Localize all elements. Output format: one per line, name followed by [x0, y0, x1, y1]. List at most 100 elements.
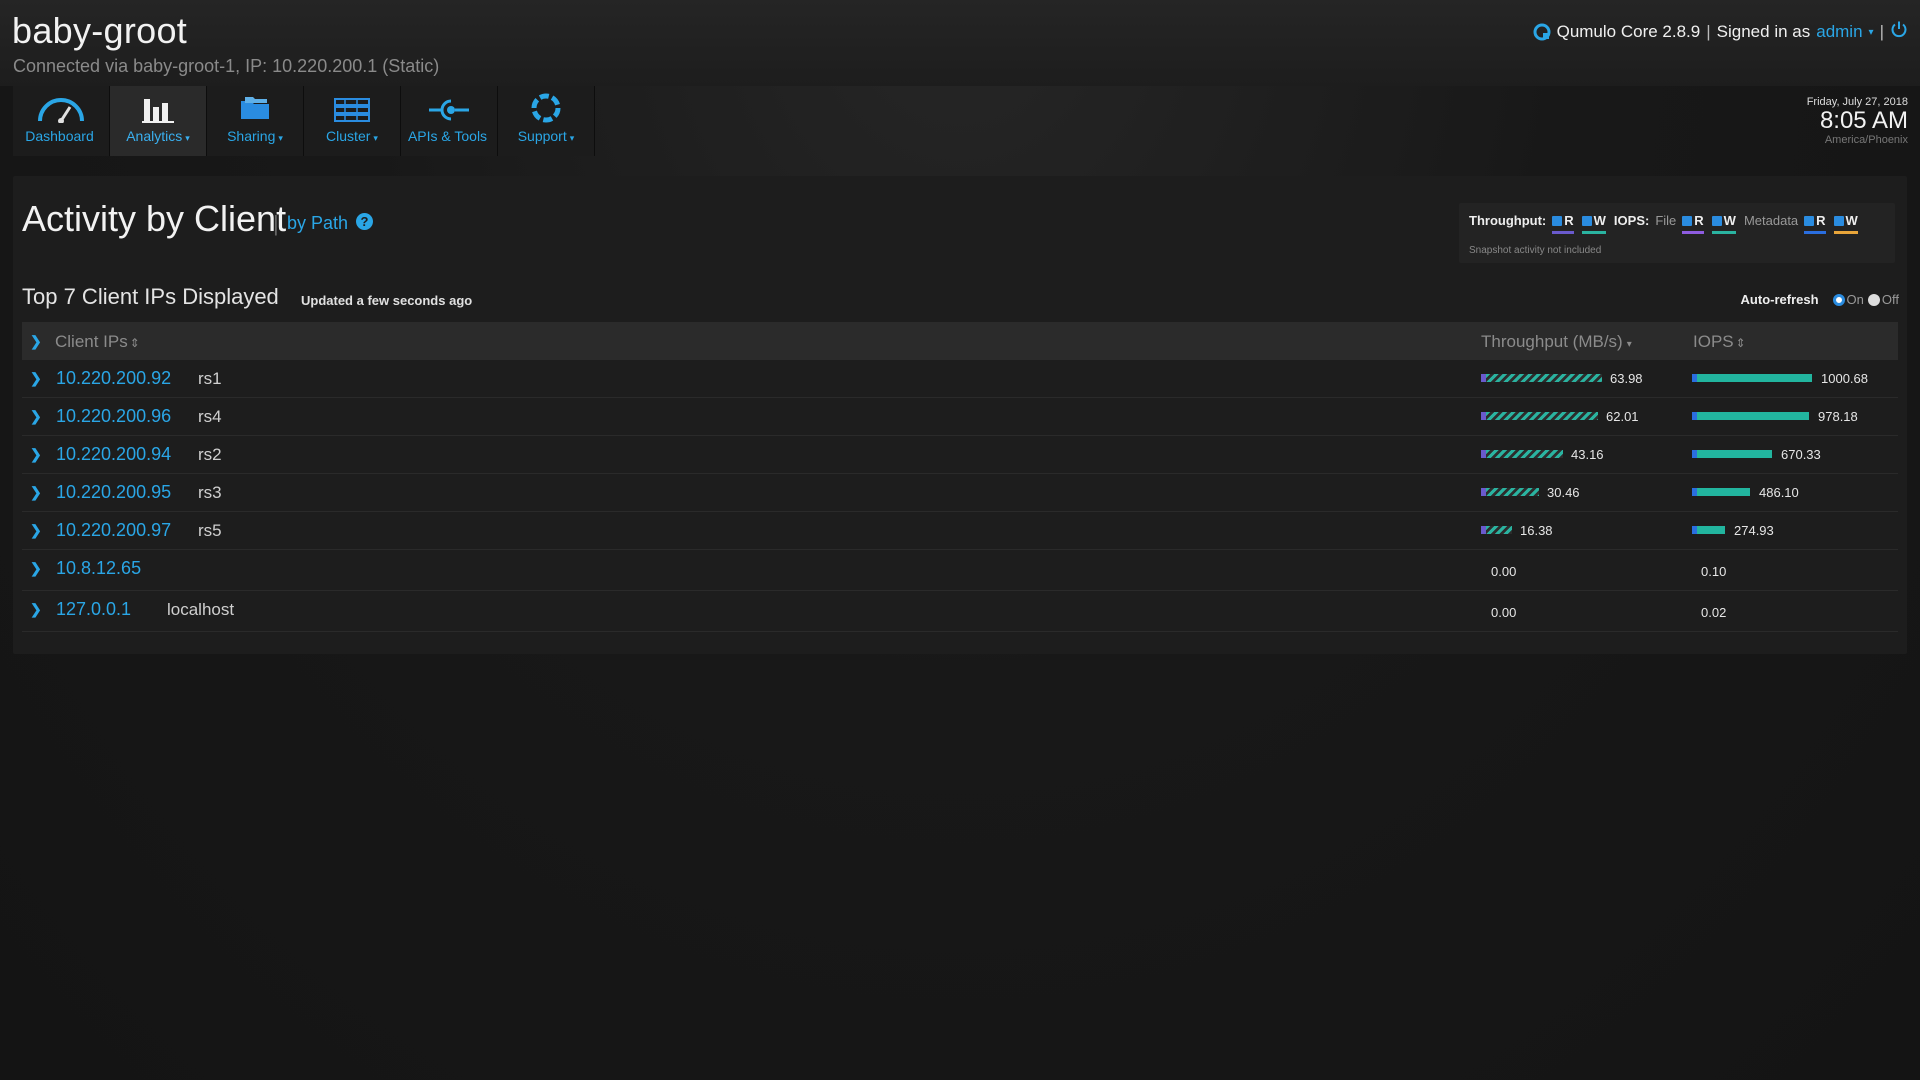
cluster-name: baby-groot	[12, 10, 188, 51]
iops-value: 1000.68	[1821, 371, 1868, 386]
expand-row-chevron-icon[interactable]: ❯	[30, 560, 42, 577]
throughput-bar	[1481, 526, 1512, 534]
radio-unselected-icon	[1867, 293, 1880, 306]
nav-dashboard[interactable]: Dashboard	[13, 86, 110, 156]
file-write-checkbox[interactable]: W	[1711, 213, 1736, 234]
iops-value: 670.33	[1781, 447, 1821, 462]
api-plug-icon	[427, 89, 471, 123]
auto-refresh-on-radio[interactable]: On	[1832, 292, 1864, 307]
table-row[interactable]: ❯ 10.220.200.94 rs2 43.16 670.33	[22, 436, 1898, 474]
checkbox-checked-icon	[1552, 215, 1563, 226]
top-clients-subtitle: Top 7 Client IPs Displayed	[22, 284, 279, 309]
current-time: 8:05 AM	[1819, 107, 1908, 134]
auto-refresh-off-radio[interactable]: Off	[1867, 292, 1899, 307]
expand-row-chevron-icon[interactable]: ❯	[30, 522, 42, 539]
client-ip-link[interactable]: 10.220.200.94	[56, 444, 171, 465]
table-row[interactable]: ❯ 10.220.200.95 rs3 30.46 486.10	[22, 474, 1898, 512]
table-row[interactable]: ❯ 10.220.200.97 rs5 16.38 274.93	[22, 512, 1898, 550]
checkbox-checked-icon	[1581, 215, 1592, 226]
expand-row-chevron-icon[interactable]: ❯	[30, 446, 42, 463]
nav-apis-tools[interactable]: APIs & Tools	[401, 86, 498, 156]
nav-label: APIs & Tools	[407, 128, 488, 144]
iops-value: 0.02	[1701, 605, 1727, 620]
nav-analytics[interactable]: Analytics ▾	[110, 86, 207, 156]
table-body: ❯ 10.220.200.92 rs1 63.98 1000.68 ❯ 10.220.200…	[22, 360, 1898, 632]
iops-bar	[1692, 450, 1772, 458]
iops-bar	[1692, 412, 1809, 420]
chevron-down-icon[interactable]: ▾	[1869, 27, 1874, 38]
metrics-legend: Throughput: R W IOPS: File R W Metadata …	[1459, 203, 1895, 263]
sort-desc-icon: ▾	[1626, 339, 1632, 350]
client-hostname: localhost	[167, 600, 235, 619]
metadata-write-checkbox[interactable]: W	[1833, 213, 1858, 234]
column-throughput[interactable]: Throughput (MB/s) ▾	[1481, 332, 1632, 352]
legend-iops-label: IOPS:	[1613, 213, 1650, 228]
snapshot-note: Snapshot activity not included	[1469, 245, 1602, 256]
signed-in-label: Signed in as	[1716, 22, 1811, 41]
nav-label: Analytics	[126, 128, 183, 144]
dashboard-gauge-icon	[36, 89, 86, 123]
column-client-ips[interactable]: Client IPs ⇕	[55, 332, 140, 352]
nav-label: Cluster	[326, 128, 371, 144]
timezone: America/Phoenix	[1824, 134, 1908, 146]
header-separator: |	[1706, 22, 1711, 41]
throughput-bar	[1481, 412, 1598, 420]
client-ip-link[interactable]: 10.220.200.92	[56, 368, 171, 389]
nav-label: Dashboard	[25, 128, 94, 144]
header-separator: |	[1879, 22, 1884, 41]
checkbox-checked-icon	[1833, 215, 1844, 226]
chevron-right-icon[interactable]: ❯	[30, 333, 42, 350]
nav-cluster[interactable]: Cluster ▾	[304, 86, 401, 156]
client-ip-link[interactable]: 10.220.200.97	[56, 520, 171, 541]
product-version: Qumulo Core 2.8.9	[1556, 22, 1701, 41]
client-hostname: rs4	[198, 407, 222, 426]
throughput-write-checkbox[interactable]: W	[1581, 213, 1606, 234]
user-menu[interactable]: admin	[1816, 22, 1862, 42]
expand-row-chevron-icon[interactable]: ❯	[30, 408, 42, 425]
throughput-bar	[1481, 488, 1539, 496]
table-row[interactable]: ❯ 10.220.200.96 rs4 62.01 978.18	[22, 398, 1898, 436]
table-row[interactable]: ❯ 127.0.0.1 localhost 0.00 0.02	[22, 591, 1898, 632]
table-row[interactable]: ❯ 10.8.12.65 0.00 0.10	[22, 550, 1898, 591]
throughput-bar	[1481, 374, 1602, 382]
iops-value: 486.10	[1759, 485, 1799, 500]
metadata-read-checkbox[interactable]: R	[1804, 213, 1827, 234]
client-ip-link[interactable]: 10.220.200.95	[56, 482, 171, 503]
table-header: ❯ Client IPs ⇕ Throughput (MB/s) ▾ IOPS ⇕	[22, 322, 1898, 360]
expand-row-chevron-icon[interactable]: ❯	[30, 370, 42, 387]
connection-info: Connected via baby-groot-1, IP: 10.220.2…	[13, 56, 440, 76]
nav-support[interactable]: Support ▾	[498, 86, 595, 156]
table-row[interactable]: ❯ 10.220.200.92 rs1 63.98 1000.68	[22, 360, 1898, 398]
iops-value: 0.10	[1701, 564, 1727, 579]
iops-bar	[1692, 488, 1750, 496]
checkbox-checked-icon	[1682, 215, 1693, 226]
page-title: Activity by Client	[22, 198, 287, 239]
main-nav: Dashboard Analytics ▾ Sharing ▾ Cluster ▾ A…	[13, 86, 595, 156]
cluster-servers-icon	[333, 89, 371, 123]
legend-throughput-label: Throughput:	[1469, 213, 1547, 228]
header-right: Qumulo Core 2.8.9 | Signed in as admin ▾…	[1533, 20, 1908, 44]
client-hostname: rs3	[198, 483, 222, 502]
nav-sharing[interactable]: Sharing ▾	[207, 86, 304, 156]
client-hostname: rs1	[198, 369, 222, 388]
expand-row-chevron-icon[interactable]: ❯	[30, 484, 42, 501]
client-ip-link[interactable]: 10.220.200.96	[56, 406, 171, 427]
throughput-read-checkbox[interactable]: R	[1552, 213, 1575, 234]
by-path-link[interactable]: by Path	[287, 213, 348, 234]
power-logout-icon[interactable]	[1890, 20, 1908, 44]
nav-label: Support	[517, 128, 567, 144]
file-read-checkbox[interactable]: R	[1682, 213, 1705, 234]
client-hostname: rs5	[198, 521, 222, 540]
column-iops[interactable]: IOPS ⇕	[1693, 332, 1746, 352]
client-ip-link[interactable]: 127.0.0.1	[56, 599, 131, 620]
help-icon[interactable]: ?	[356, 213, 373, 230]
throughput-value: 0.00	[1491, 605, 1517, 620]
legend-row: Throughput: R W IOPS: File R W Metadata …	[1469, 213, 1866, 234]
client-ip-link[interactable]: 10.8.12.65	[56, 558, 141, 579]
expand-row-chevron-icon[interactable]: ❯	[30, 601, 42, 618]
iops-value: 274.93	[1734, 523, 1774, 538]
app-header: baby-groot Connected via baby-groot-1, I…	[0, 0, 1920, 86]
throughput-value: 16.38	[1520, 523, 1553, 538]
throughput-value: 30.46	[1547, 485, 1580, 500]
client-activity-table: ❯ Client IPs ⇕ Throughput (MB/s) ▾ IOPS ⇕ ❯…	[22, 322, 1898, 632]
